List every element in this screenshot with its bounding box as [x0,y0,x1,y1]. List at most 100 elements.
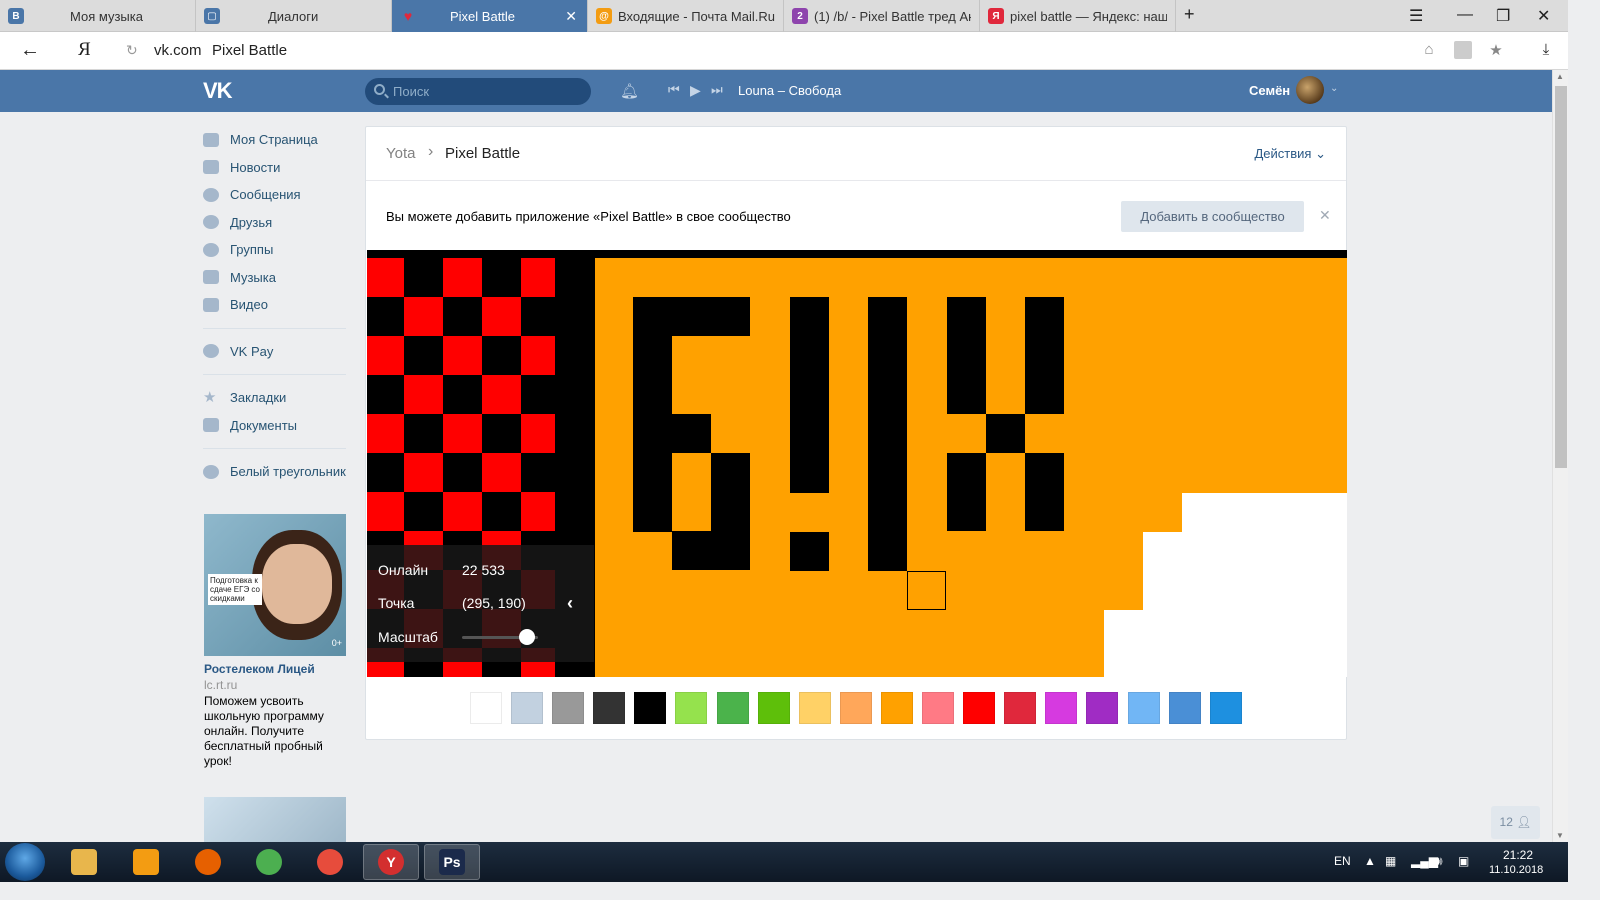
sidebar-item-documents[interactable]: Документы [203,412,353,440]
volume-icon[interactable]: 🔊︎ [1435,854,1443,869]
sidebar-item-groups[interactable]: Группы [203,236,353,264]
scrollbar-thumb[interactable] [1555,86,1567,468]
url-domain[interactable]: vk.com [154,42,202,59]
sidebar-item-my-page[interactable]: Моя Страница [203,126,353,154]
new-tab-button[interactable]: + [1184,4,1195,25]
sidebar-ad[interactable]: Подготовка к сдаче ЕГЭ со скидками 0+ Ро… [204,514,346,769]
color-swatch[interactable] [922,692,955,724]
taskbar-media-player[interactable] [118,844,174,880]
sidebar-item-label: Группы [230,242,274,258]
clock-date[interactable]: 11.10.2018 [1489,864,1543,876]
color-swatch[interactable] [593,692,626,724]
tab-dialogs[interactable]: ▢ Диалоги [196,0,392,32]
clock-time[interactable]: 21:22 [1503,848,1533,862]
notifications-bell-icon[interactable]: 🔔︎ [620,82,639,100]
show-hidden-icons-icon[interactable]: ▲ [1364,854,1376,868]
refresh-icon[interactable]: ↻ [126,42,138,59]
vk-logo[interactable]: VK [203,78,233,104]
taskbar-explorer[interactable] [56,844,112,880]
chevron-down-icon[interactable]: ⌄ [1330,83,1338,94]
previous-track-icon[interactable]: ⏮ [668,82,680,98]
taskbar-media-player-classic[interactable] [302,844,358,880]
color-swatch[interactable] [552,692,585,724]
action-center-icon[interactable]: ▣ [1458,854,1469,868]
breadcrumb-parent[interactable]: Yota [386,145,415,162]
color-swatch[interactable] [798,692,831,724]
user-name[interactable]: Семён [1249,83,1290,98]
close-notice-icon[interactable]: ✕ [1319,207,1331,224]
add-app-notice: Вы можете добавить приложение «Pixel Bat… [386,209,791,224]
tab-yandex-search[interactable]: Я pixel battle — Яндекс: наше [980,0,1176,32]
page-scrollbar[interactable]: ▲ ▼ [1552,70,1568,842]
minimize-icon[interactable]: — [1457,6,1473,24]
close-tab-icon[interactable]: ✕ [565,8,577,25]
online-users-badge[interactable]: 12 👤︎ [1491,806,1540,839]
add-to-community-button[interactable]: Добавить в сообщество [1121,201,1304,232]
groups-icon [203,242,219,257]
color-swatch[interactable] [757,692,790,724]
color-swatch[interactable] [1004,692,1037,724]
ad-title[interactable]: Ростелеком Лицей [204,662,346,676]
sidebar-item-label: Закладки [230,390,287,406]
second-ad-image[interactable] [204,797,346,842]
tab-mail[interactable]: @ Входящие - Почта Mail.Ru [588,0,784,32]
url-page-title[interactable]: Pixel Battle [212,42,287,59]
close-window-icon[interactable]: ✕ [1537,6,1550,26]
network-icon[interactable]: ▦ [1385,854,1396,868]
color-swatch[interactable] [470,692,502,724]
online-label: Онлайн [378,562,429,578]
bookmark-star-icon[interactable]: ★ [1487,41,1505,59]
now-playing-track[interactable]: Louna – Свобода [738,83,841,98]
scroll-down-arrow-icon[interactable]: ▼ [1556,831,1564,840]
color-swatch[interactable] [716,692,749,724]
taskbar-yandex-browser[interactable]: Y [363,844,419,880]
tab-2ch[interactable]: 2 (1) /b/ - Pixel Battle тред Ан [784,0,980,32]
taskbar-firefox[interactable] [180,844,236,880]
color-swatch[interactable] [511,692,544,724]
scale-slider-handle[interactable] [518,629,535,645]
tab-my-music[interactable]: В Моя музыка [0,0,196,32]
reader-mode-icon[interactable]: ⌂ [1420,41,1438,59]
color-swatch[interactable] [634,692,667,724]
input-language[interactable]: EN [1334,854,1351,868]
color-swatch[interactable] [880,692,913,724]
sidebar-item-bookmarks[interactable]: ★ Закладки [203,384,353,412]
sidebar-item-vkpay[interactable]: VK Pay [203,338,353,366]
play-icon[interactable]: ▶ [690,82,701,99]
start-button[interactable] [5,843,45,881]
download-icon[interactable]: ⤓ [1537,41,1555,59]
sidebar-item-video[interactable]: Видео [203,291,353,319]
yandex-logo-button[interactable]: Я [78,39,91,61]
tab-pixel-battle[interactable]: ♥ Pixel Battle ✕ [392,0,588,32]
color-swatch[interactable] [963,692,996,724]
lock-icon[interactable] [1454,41,1472,59]
color-swatch[interactable] [1045,692,1078,724]
signal-icon[interactable]: ▂▄▆ [1411,854,1438,868]
ad-url[interactable]: lc.rt.ru [204,678,346,692]
restore-icon[interactable]: ❐ [1496,6,1510,26]
sidebar-item-messages[interactable]: Сообщения [203,181,353,209]
ad-image[interactable]: Подготовка к сдаче ЕГЭ со скидками 0+ [204,514,346,656]
scroll-up-arrow-icon[interactable]: ▲ [1556,72,1564,81]
sidebar-item-friends[interactable]: Друзья [203,209,353,237]
sidebar-item-news[interactable]: Новости [203,154,353,182]
back-arrow-icon[interactable]: ← [20,39,40,62]
tab-title: Pixel Battle [450,8,516,24]
color-swatch[interactable] [675,692,708,724]
color-swatch[interactable] [1209,692,1242,724]
color-swatch[interactable] [839,692,872,724]
actions-dropdown[interactable]: Действия ⌄ [1255,146,1327,162]
color-swatch[interactable] [1168,692,1201,724]
taskbar-photoshop[interactable]: Ps [424,844,480,880]
avatar[interactable] [1296,76,1324,104]
search-icon [374,84,385,95]
search-input[interactable]: Поиск [365,78,591,105]
menu-icon[interactable]: ☰ [1409,6,1423,26]
sidebar-item-music[interactable]: Музыка [203,264,353,292]
color-swatch[interactable] [1086,692,1119,724]
collapse-panel-icon[interactable]: ‹ [567,593,573,614]
color-swatch[interactable] [1127,692,1160,724]
taskbar-utorrent[interactable] [241,844,297,880]
next-track-icon[interactable]: ⏭ [711,82,723,98]
sidebar-item-community[interactable]: Белый треугольник [203,458,353,486]
